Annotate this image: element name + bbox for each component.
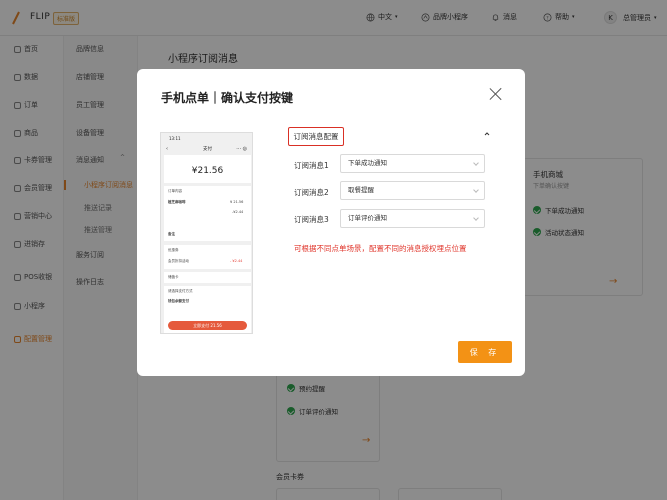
pay-amount: ¥21.56	[191, 166, 224, 176]
select-value: 取餐提醒	[348, 186, 374, 194]
select-value: 订单评价通知	[348, 214, 387, 222]
gift-card-row: 储值卡	[164, 272, 251, 283]
more-icon: ··· ◎	[236, 146, 247, 152]
pay-method-label: 请选择支付方式	[168, 289, 193, 293]
subscription-select-2[interactable]: 取餐提醒	[340, 181, 485, 200]
coupon-value: 会员折扣活动	[168, 259, 189, 263]
phone-preview: 13:11 ‹ 支付 ··· ◎ ¥21.56 订单内容 植芝麻咖啡 ¥ 21.…	[160, 132, 253, 334]
phone-pay-button: 立即支付 21.56	[168, 321, 247, 330]
order-content-card: 订单内容 植芝麻咖啡 ¥ 21.56 -¥2.44 备注	[164, 186, 251, 241]
phone-time: 13:11	[169, 136, 181, 141]
amount-card: ¥21.56	[164, 155, 251, 183]
chevron-up-icon[interactable]	[484, 131, 490, 137]
gift-card-label: 储值卡	[168, 275, 179, 279]
item-price: ¥ 21.56	[230, 200, 244, 204]
config-note: 可根据不同点单场景，配置不同的消息授权埋点位置	[294, 244, 467, 253]
item-discount: -¥2.44	[232, 210, 244, 214]
config-modal: 手机点单｜确认支付按键 13:11 ‹ 支付 ··· ◎ ¥21.56 订单内容…	[137, 69, 525, 376]
field-label: 订阅消息3	[294, 215, 329, 224]
coupon-amount: - ¥2.44	[230, 259, 243, 263]
modal-title: 手机点单｜确认支付按键	[161, 91, 294, 105]
subscription-select-3[interactable]: 订单评价通知	[340, 209, 485, 228]
field-label: 订阅消息2	[294, 188, 329, 197]
note-label: 备注	[168, 232, 175, 236]
select-value: 下单成功通知	[348, 159, 387, 167]
order-header: 订单内容	[168, 189, 182, 193]
close-icon[interactable]	[489, 87, 503, 101]
pay-option: 钱包余额支付	[168, 299, 189, 303]
chevron-down-icon	[473, 160, 479, 166]
save-button[interactable]: 保 存	[458, 341, 512, 363]
config-section-title: 订阅消息配置	[288, 127, 344, 146]
chevron-down-icon	[473, 187, 479, 193]
coupon-card: 优惠券 会员折扣活动 - ¥2.44	[164, 245, 251, 269]
field-label: 订阅消息1	[294, 161, 329, 170]
coupon-label: 优惠券	[168, 248, 179, 252]
chevron-down-icon	[473, 215, 479, 221]
item-name: 植芝麻咖啡	[168, 200, 186, 204]
subscription-select-1[interactable]: 下单成功通知	[340, 154, 485, 173]
